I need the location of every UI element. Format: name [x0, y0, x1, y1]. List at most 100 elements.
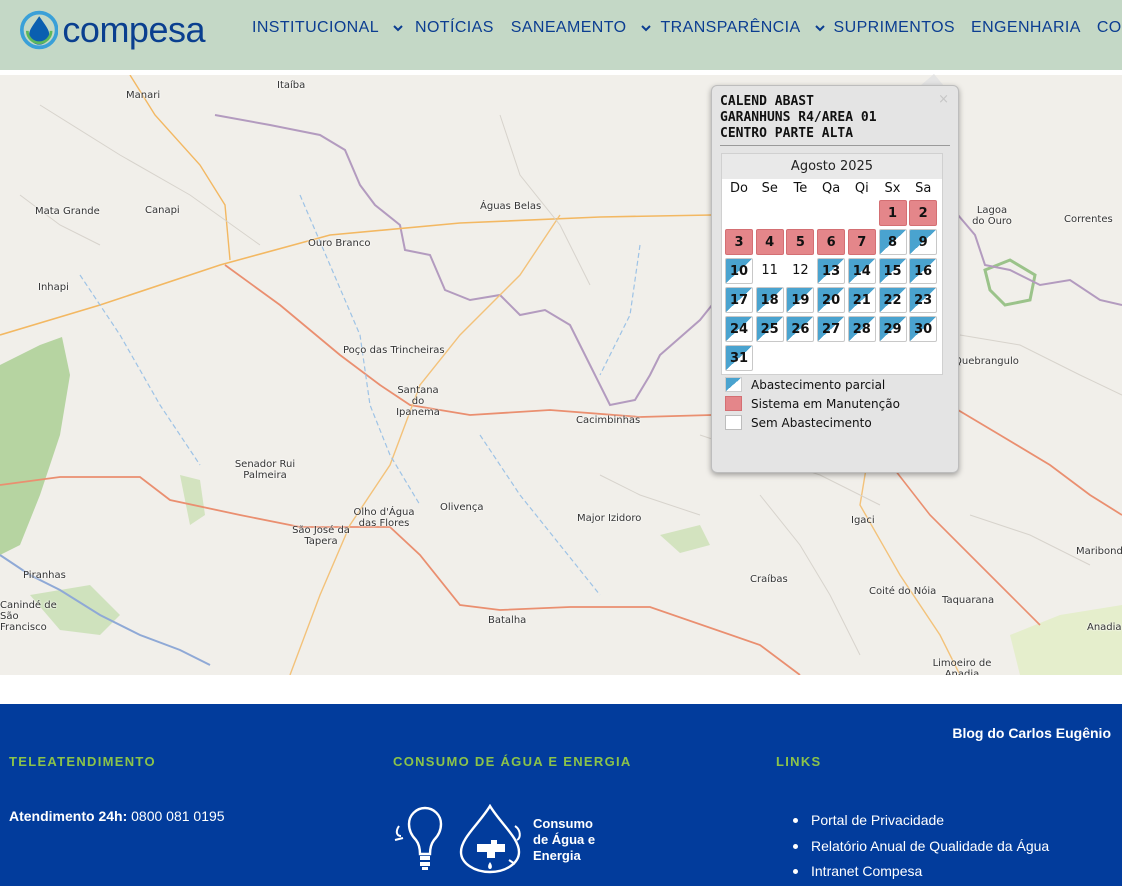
place-label: Craíbas [750, 574, 788, 585]
calendar-day[interactable]: 13 [817, 258, 846, 284]
nav-label: INSTITUCIONAL [252, 19, 379, 36]
place-label: Canapi [145, 205, 180, 216]
energy-text-line: de Água e [533, 832, 596, 847]
weekday-header: Se [761, 181, 778, 196]
calendar-legend: Abastecimento parcial Sistema em Manuten… [725, 375, 900, 432]
water-quality-report-link[interactable]: Relatório Anual de Qualidade da Água [793, 834, 1049, 860]
phone-number[interactable]: 0800 081 0195 [131, 808, 224, 824]
place-label: Canindé de São Francisco [0, 600, 57, 633]
calendar-month: Agosto 2025 [722, 154, 942, 179]
place-label: Taquarana [942, 595, 995, 606]
popup-title-line: GARANHUNS R4/AREA 01 [720, 110, 877, 125]
weekday-header: Do [730, 181, 748, 196]
calendar-day[interactable]: 2 [909, 200, 938, 226]
calendar-day[interactable]: 14 [847, 258, 876, 284]
nav-label: CONTATO [1096, 19, 1122, 36]
place-label: Poço das Trincheiras [343, 345, 445, 356]
blog-link[interactable]: Blog do Carlos Eugênio [952, 725, 1111, 741]
calendar-day[interactable]: 30 [909, 316, 938, 342]
nav-institucional[interactable]: INSTITUCIONAL [252, 19, 407, 37]
calendar-day[interactable]: 1 [878, 200, 907, 226]
calendar-day[interactable]: 20 [817, 287, 846, 313]
weekday-header: Qa [821, 181, 841, 196]
calendar-day[interactable]: 12 [786, 258, 814, 284]
nav-saneamento[interactable]: SANEAMENTO [511, 19, 655, 37]
privacy-portal-link[interactable]: Portal de Privacidade [793, 808, 1049, 834]
compesa-logo[interactable]: compesa [20, 8, 205, 52]
place-label: Igaci [851, 515, 875, 526]
calendar-day[interactable]: 24 [725, 316, 753, 342]
calendar-day[interactable]: 10 [725, 258, 753, 284]
maintenance-swatch [725, 396, 742, 411]
nav-label: SANEAMENTO [510, 19, 627, 36]
calendar-day[interactable]: 22 [878, 287, 907, 313]
calendar-day[interactable]: 4 [755, 229, 784, 255]
popup-title-line: CENTRO PARTE ALTA [720, 126, 854, 141]
chevron-down-icon [393, 25, 403, 32]
logo-text: compesa [62, 9, 205, 50]
popup-title-line: CALEND ABAST [720, 94, 814, 109]
place-label: Olivença [440, 502, 484, 513]
no-supply-swatch [725, 415, 742, 430]
place-label: Major Izidoro [577, 513, 642, 524]
place-label: Batalha [488, 615, 527, 626]
legend-item: Abastecimento parcial [725, 375, 900, 394]
consumo-heading: CONSUMO DE ÁGUA E ENERGIA [393, 754, 632, 769]
chevron-down-icon [640, 25, 651, 32]
main-nav: INSTITUCIONAL NOTÍCIAS SANEAMENTO TRANSP… [252, 18, 1122, 38]
legend-label: Sem Abastecimento [751, 415, 872, 430]
place-label: Correntes [1064, 214, 1113, 225]
place-label: Águas Belas [480, 201, 542, 212]
weekday-header: Sx [884, 181, 901, 196]
calendar-day[interactable]: 18 [755, 287, 784, 313]
calendar-day[interactable]: 16 [909, 258, 938, 284]
calendar-day[interactable]: 7 [847, 229, 876, 255]
calendar-day[interactable]: 15 [878, 258, 907, 284]
calendar: Agosto 2025 Do Se Te Qa Qi Sx Sa 1 2 3 4 5 6 7 8 9 10 11 1… [721, 153, 943, 375]
calendar-day[interactable]: 28 [847, 316, 876, 342]
calendar-day[interactable]: 27 [817, 316, 846, 342]
place-label: Inhapi [38, 282, 69, 293]
teleatendimento-heading: TELEATENDIMENTO [9, 754, 156, 769]
calendar-day[interactable]: 3 [725, 229, 753, 255]
calendar-day[interactable]: 19 [786, 287, 815, 313]
weekday-header: Te [793, 181, 808, 196]
nav-suprimentos[interactable]: SUPRIMENTOS [834, 19, 955, 37]
site-header: compesa INSTITUCIONAL NOTÍCIAS SANEAMENT… [0, 0, 1122, 70]
supply-calendar-popup: × CALEND ABAST GARANHUNS R4/AREA 01 CENT… [711, 85, 959, 473]
intranet-link[interactable]: Intranet Compesa [793, 859, 1049, 885]
nav-engenharia[interactable]: ENGENHARIA [971, 19, 1081, 37]
nav-label: NOTÍCIAS [415, 19, 494, 36]
energy-consumption-link[interactable]: Consumo de Água e Energia [393, 804, 633, 874]
place-label: Manari [126, 90, 161, 101]
calendar-day[interactable]: 17 [725, 287, 753, 313]
legend-label: Sistema em Manutenção [751, 396, 900, 411]
calendar-day[interactable]: 21 [847, 287, 876, 313]
close-icon[interactable]: × [938, 92, 949, 107]
place-label: Anadia [1087, 622, 1122, 633]
calendar-day[interactable]: 11 [756, 258, 784, 284]
nav-noticias[interactable]: NOTÍCIAS [415, 19, 494, 37]
nav-transparencia[interactable]: TRANSPARÊNCIA [661, 19, 829, 37]
weekday-header: Qi [854, 181, 869, 196]
place-label: Maribondo [1076, 546, 1122, 557]
divider [720, 145, 950, 146]
calendar-day[interactable]: 9 [909, 229, 938, 255]
links-heading: LINKS [776, 754, 822, 769]
calendar-day[interactable]: 6 [817, 229, 846, 255]
nav-label: ENGENHARIA [971, 19, 1081, 36]
calendar-day[interactable]: 31 [725, 345, 753, 371]
partial-supply-swatch [725, 377, 742, 392]
nav-contato[interactable]: CONTATO [1097, 19, 1122, 37]
place-label: Mata Grande [35, 206, 100, 217]
calendar-day[interactable]: 8 [878, 229, 907, 255]
calendar-day[interactable]: 5 [786, 229, 815, 255]
nav-label: TRANSPARÊNCIA [660, 19, 801, 36]
place-label: Quebrangulo [954, 356, 1019, 367]
phone-line: Atendimento 24h: 0800 081 0195 [9, 808, 225, 824]
place-label: Itaíba [277, 80, 306, 91]
calendar-day[interactable]: 26 [786, 316, 815, 342]
calendar-day[interactable]: 23 [909, 287, 938, 313]
calendar-day[interactable]: 25 [755, 316, 784, 342]
calendar-day[interactable]: 29 [878, 316, 907, 342]
